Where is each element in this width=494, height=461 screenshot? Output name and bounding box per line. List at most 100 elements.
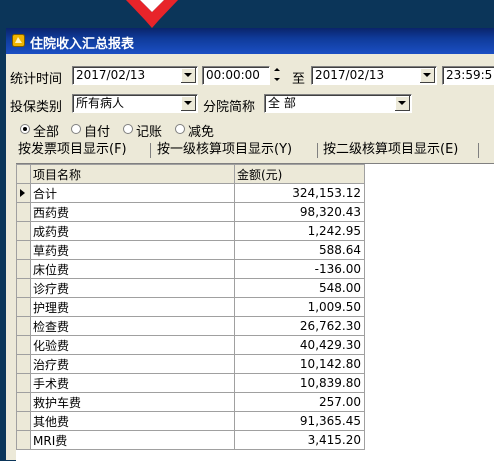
tab-divider — [317, 143, 318, 158]
table-row[interactable]: 护理费 1,009.50 — [16, 297, 365, 317]
table-row[interactable]: 其他费 91,365.45 — [16, 411, 365, 431]
insurance-dropdown-icon[interactable] — [181, 96, 196, 111]
branch-dropdown-icon[interactable] — [395, 96, 410, 111]
row-indicator[interactable] — [16, 240, 31, 260]
app-icon — [12, 34, 25, 47]
grid-header-row: 项目名称 金额(元) — [16, 164, 365, 184]
cell-amount[interactable]: 1,009.50 — [234, 297, 365, 317]
tab-level1-items[interactable]: 按一级核算项目显示(Y) — [157, 140, 292, 160]
cell-item-name[interactable]: 护理费 — [30, 297, 235, 317]
spin-up-icon[interactable] — [270, 66, 285, 75]
radio-unchecked-icon — [71, 124, 81, 134]
tab-strip: 按发票项目显示(F) 按一级核算项目显示(Y) 按二级核算项目显示(E) — [12, 140, 494, 161]
cell-amount[interactable]: 1,242.95 — [234, 221, 365, 241]
column-header-item-name[interactable]: 项目名称 — [30, 164, 235, 184]
end-date-dropdown-icon[interactable] — [420, 68, 435, 83]
cell-item-name[interactable]: 西药费 — [30, 202, 235, 222]
summary-grid: 项目名称 金额(元) 合计 324,153.12 西药费 98,320.43 成药费 1,… — [16, 163, 494, 461]
to-label: 至 — [292, 72, 306, 87]
row-indicator[interactable] — [16, 278, 31, 298]
cell-amount[interactable]: 91,365.45 — [234, 411, 365, 431]
cell-item-name[interactable]: 治疗费 — [30, 354, 235, 374]
table-row[interactable]: 西药费 98,320.43 — [16, 202, 365, 222]
table-row[interactable]: MRI费 3,415.20 — [16, 430, 365, 450]
cell-amount[interactable]: 10,839.80 — [234, 373, 365, 393]
end-date-combo[interactable]: 2017/02/13 — [311, 66, 437, 85]
cell-item-name[interactable]: 合计 — [30, 183, 235, 203]
row-indicator[interactable] — [16, 392, 31, 412]
radio-unchecked-icon — [123, 124, 133, 134]
table-row[interactable]: 治疗费 10,142.80 — [16, 354, 365, 374]
end-time-value: 23:59:5 — [446, 68, 493, 82]
cell-item-name[interactable]: 床位费 — [30, 259, 235, 279]
column-header-amount[interactable]: 金额(元) — [234, 164, 365, 184]
row-indicator[interactable] — [16, 430, 31, 450]
cell-amount[interactable]: 3,415.20 — [234, 430, 365, 450]
tab-divider — [478, 143, 479, 158]
cell-amount[interactable]: 40,429.30 — [234, 335, 365, 355]
start-time-field[interactable]: 00:00:00 — [202, 66, 270, 85]
cell-item-name[interactable]: 草药费 — [30, 240, 235, 260]
window-title: 住院收入汇总报表 — [30, 37, 135, 52]
cell-amount[interactable]: 257.00 — [234, 392, 365, 412]
row-indicator[interactable] — [16, 316, 31, 336]
title-bar[interactable]: 住院收入汇总报表 — [6, 28, 494, 54]
table-row[interactable]: 合计 324,153.12 — [16, 183, 365, 203]
start-date-combo[interactable]: 2017/02/13 — [72, 66, 198, 85]
row-indicator[interactable] — [16, 354, 31, 374]
report-window: 住院收入汇总报表 统计时间 2017/02/13 00:00:00 至 2017… — [6, 28, 494, 461]
cell-amount[interactable]: 26,762.30 — [234, 316, 365, 336]
tab-invoice-items[interactable]: 按发票项目显示(F) — [18, 140, 127, 160]
cell-item-name[interactable]: 手术费 — [30, 373, 235, 393]
end-time-field[interactable]: 23:59:5 — [442, 66, 494, 85]
end-date-value: 2017/02/13 — [315, 68, 385, 82]
table-row[interactable]: 草药费 588.64 — [16, 240, 365, 260]
insurance-type-combo[interactable]: 所有病人 — [72, 94, 198, 113]
row-indicator[interactable] — [16, 183, 31, 203]
table-row[interactable]: 检查费 26,762.30 — [16, 316, 365, 336]
cell-item-name[interactable]: 诊疗费 — [30, 278, 235, 298]
branch-combo[interactable]: 全 部 — [264, 94, 412, 113]
start-date-dropdown-icon[interactable] — [181, 68, 196, 83]
cell-item-name[interactable]: MRI费 — [30, 430, 235, 450]
branch-value: 全 部 — [268, 96, 296, 110]
red-cross-logo-icon — [126, 0, 178, 28]
table-row[interactable]: 救护车费 257.00 — [16, 392, 365, 412]
start-time-spinner[interactable] — [270, 66, 285, 85]
row-indicator[interactable] — [16, 259, 31, 279]
table-row[interactable]: 手术费 10,839.80 — [16, 373, 365, 393]
row-indicator[interactable] — [16, 221, 31, 241]
stat-time-label: 统计时间 — [10, 72, 63, 87]
radio-checked-icon — [20, 124, 30, 134]
row-indicator[interactable] — [16, 373, 31, 393]
row-indicator[interactable] — [16, 202, 31, 222]
insurance-type-value: 所有病人 — [76, 96, 125, 110]
row-indicator[interactable] — [16, 335, 31, 355]
cell-item-name[interactable]: 其他费 — [30, 411, 235, 431]
table-row[interactable]: 床位费 -136.00 — [16, 259, 365, 279]
current-row-pointer-icon — [20, 189, 25, 197]
cell-item-name[interactable]: 检查费 — [30, 316, 235, 336]
table-row[interactable]: 成药费 1,242.95 — [16, 221, 365, 241]
table-row[interactable]: 诊疗费 548.00 — [16, 278, 365, 298]
cell-item-name[interactable]: 化验费 — [30, 335, 235, 355]
tab-divider — [150, 143, 151, 158]
row-indicator[interactable] — [16, 411, 31, 431]
row-indicator[interactable] — [16, 297, 31, 317]
start-date-value: 2017/02/13 — [76, 68, 146, 82]
tab-level2-items[interactable]: 按二级核算项目显示(E) — [323, 140, 458, 160]
spin-down-icon[interactable] — [270, 76, 285, 85]
cell-amount[interactable]: -136.00 — [234, 259, 365, 279]
cell-amount[interactable]: 98,320.43 — [234, 202, 365, 222]
table-row[interactable]: 化验费 40,429.30 — [16, 335, 365, 355]
cell-item-name[interactable]: 成药费 — [30, 221, 235, 241]
radio-unchecked-icon — [175, 124, 185, 134]
cell-amount[interactable]: 324,153.12 — [234, 183, 365, 203]
cell-item-name[interactable]: 救护车费 — [30, 392, 235, 412]
insurance-type-label: 投保类别 — [10, 100, 63, 115]
row-indicator-header — [16, 164, 31, 184]
start-time-value: 00:00:00 — [206, 68, 260, 82]
cell-amount[interactable]: 548.00 — [234, 278, 365, 298]
cell-amount[interactable]: 10,142.80 — [234, 354, 365, 374]
cell-amount[interactable]: 588.64 — [234, 240, 365, 260]
